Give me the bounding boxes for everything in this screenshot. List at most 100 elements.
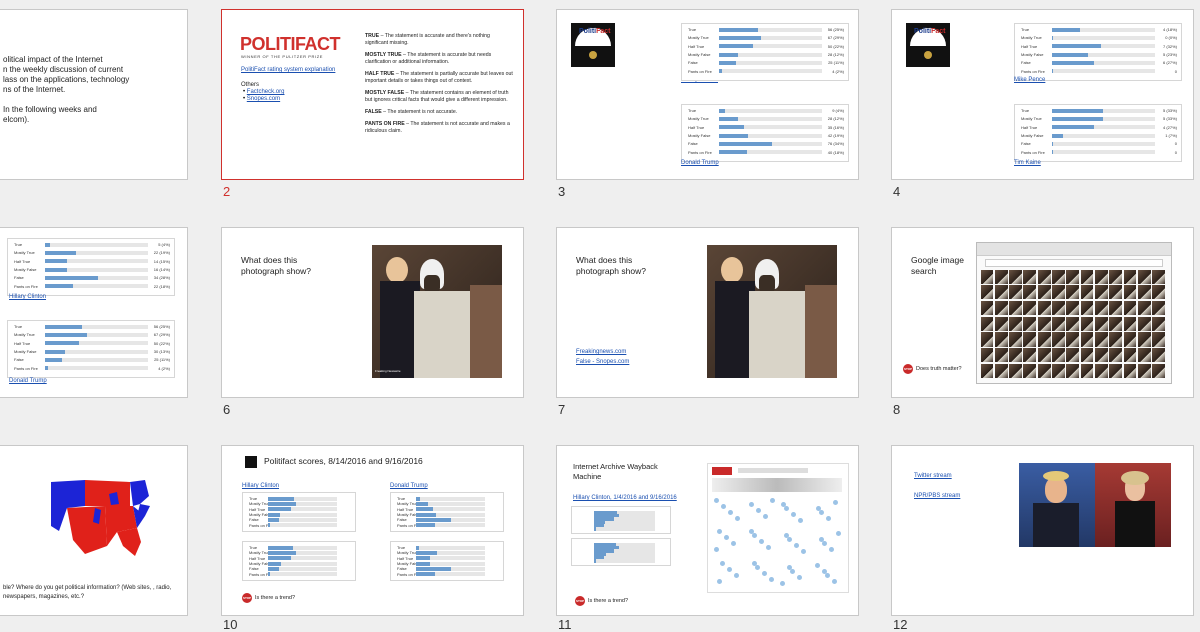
image-result-thumbnail[interactable] [994, 332, 1008, 347]
snopes-false-link[interactable]: False - Snopes.com [576, 359, 629, 365]
calendar-capture-dot[interactable] [816, 506, 821, 511]
calendar-capture-dot[interactable] [727, 566, 732, 572]
calendar-capture-dot[interactable] [781, 502, 786, 507]
factcheck-link[interactable]: Factcheck.org [247, 89, 285, 95]
image-result-thumbnail[interactable] [980, 269, 994, 284]
image-result-thumbnail[interactable] [1109, 332, 1123, 347]
image-result-thumbnail[interactable] [1023, 269, 1037, 284]
image-result-thumbnail[interactable] [1109, 269, 1123, 284]
image-result-thumbnail[interactable] [1094, 285, 1108, 300]
image-result-thumbnail[interactable] [1137, 285, 1151, 300]
image-result-thumbnail[interactable] [1109, 363, 1123, 378]
image-result-thumbnail[interactable] [994, 300, 1008, 316]
image-result-thumbnail[interactable] [1152, 363, 1165, 378]
image-result-thumbnail[interactable] [1152, 285, 1165, 300]
image-result-thumbnail[interactable] [1023, 285, 1037, 300]
calendar-capture-dot[interactable] [734, 572, 739, 578]
image-result-thumbnail[interactable] [1137, 300, 1151, 316]
image-result-thumbnail[interactable] [1037, 348, 1051, 363]
image-result-thumbnail[interactable] [1152, 348, 1165, 363]
image-result-thumbnail[interactable] [980, 363, 994, 378]
calendar-capture-dot[interactable] [798, 518, 803, 523]
image-result-thumbnail[interactable] [1052, 332, 1065, 347]
image-result-thumbnail[interactable] [1023, 316, 1037, 331]
image-result-thumbnail[interactable] [1066, 285, 1080, 300]
calendar-capture-dot[interactable] [826, 516, 831, 521]
image-result-thumbnail[interactable] [1052, 285, 1065, 300]
calendar-capture-dot[interactable] [819, 510, 824, 515]
calendar-capture-dot[interactable] [752, 560, 757, 566]
slide-thumbnail-2[interactable]: POLITIFACT WINNER OF THE PULITZER PRIZE … [221, 9, 524, 180]
image-result-thumbnail[interactable] [1152, 316, 1165, 331]
image-result-thumbnail[interactable] [1023, 348, 1037, 363]
calendar-capture-dot[interactable] [791, 512, 796, 517]
freakingnews-link[interactable]: Freakingnews.com [576, 349, 626, 355]
image-result-thumbnail[interactable] [1094, 316, 1108, 331]
image-result-thumbnail[interactable] [1023, 332, 1037, 347]
calendar-capture-dot[interactable] [833, 500, 838, 505]
image-result-thumbnail[interactable] [980, 332, 994, 347]
rating-system-link[interactable]: PolitiFact rating system explanation [241, 67, 335, 73]
image-result-thumbnail[interactable] [994, 285, 1008, 300]
candidate-link-kaine[interactable]: Tim Kaine [1014, 160, 1041, 166]
calendar-capture-dot[interactable] [822, 541, 827, 547]
slide-thumbnail-10[interactable]: Politifact scores, 8/14/2016 and 9/16/20… [221, 445, 524, 616]
image-result-thumbnail[interactable] [1080, 269, 1094, 284]
image-result-thumbnail[interactable] [1023, 363, 1037, 378]
image-result-thumbnail[interactable] [1080, 316, 1094, 331]
others-item[interactable]: • Snopes.com [243, 96, 284, 103]
calendar-capture-dot[interactable] [794, 543, 799, 549]
image-result-thumbnail[interactable] [1123, 348, 1137, 363]
npr-pbs-stream-link[interactable]: NPR/PBS stream [914, 493, 960, 499]
image-result-thumbnail[interactable] [1066, 316, 1080, 331]
slide-thumbnail-3[interactable]: PolitiFact Hillary Clinton True56 (25%)M… [556, 9, 859, 180]
column-link-trump[interactable]: Donald Trump [390, 483, 428, 489]
calendar-capture-dot[interactable] [720, 560, 725, 566]
slide-thumbnail-7[interactable]: What does this photograph show? Freaking… [556, 227, 859, 398]
calendar-capture-dot[interactable] [769, 576, 774, 582]
image-result-thumbnail[interactable] [1052, 348, 1065, 363]
calendar-capture-dot[interactable] [797, 574, 802, 580]
image-result-thumbnail[interactable] [994, 363, 1008, 378]
image-result-thumbnail[interactable] [1009, 269, 1022, 284]
slide-thumbnail-4[interactable]: PolitiFact True 4 (18%) Mostly True 0 (0%) H… [891, 9, 1194, 180]
calendar-capture-dot[interactable] [724, 535, 729, 541]
image-result-thumbnail[interactable] [1094, 300, 1108, 316]
image-result-thumbnail[interactable] [1009, 348, 1022, 363]
image-result-thumbnail[interactable] [1066, 300, 1080, 316]
slide-thumbnail-8[interactable]: Google image search STOP Does truth matt… [891, 227, 1194, 398]
image-result-thumbnail[interactable] [1052, 269, 1065, 284]
candidate-link-pence[interactable]: Mike Pence [1014, 77, 1045, 83]
image-result-thumbnail[interactable] [1123, 269, 1137, 284]
image-result-thumbnail[interactable] [1137, 269, 1151, 284]
image-result-thumbnail[interactable] [1009, 285, 1022, 300]
calendar-capture-dot[interactable] [731, 541, 736, 547]
candidate-link-trump[interactable]: Donald Trump [681, 160, 719, 166]
calendar-capture-dot[interactable] [752, 533, 757, 539]
calendar-capture-dot[interactable] [766, 545, 771, 551]
calendar-capture-dot[interactable] [717, 578, 722, 584]
image-result-thumbnail[interactable] [1137, 348, 1151, 363]
slide-thumbnail-11[interactable]: Internet Archive Wayback Machine Hillary… [556, 445, 859, 616]
image-result-thumbnail[interactable] [1123, 285, 1137, 300]
calendar-capture-dot[interactable] [787, 564, 792, 570]
image-result-thumbnail[interactable] [1037, 316, 1051, 331]
slide-thumbnail-12[interactable]: Twitter stream NPR/PBS stream [891, 445, 1194, 616]
image-result-thumbnail[interactable] [1094, 348, 1108, 363]
image-result-thumbnail[interactable] [1109, 300, 1123, 316]
image-result-thumbnail[interactable] [1123, 316, 1137, 331]
image-result-thumbnail[interactable] [1066, 348, 1080, 363]
calendar-capture-dot[interactable] [762, 570, 767, 576]
image-result-thumbnail[interactable] [1052, 316, 1065, 331]
slide-thumbnail-9[interactable]: ble? Where do you get political informat… [0, 445, 188, 616]
image-result-thumbnail[interactable] [1023, 300, 1037, 316]
calendar-capture-dot[interactable] [735, 516, 740, 521]
calendar-capture-dot[interactable] [714, 498, 719, 503]
image-result-thumbnail[interactable] [1109, 348, 1123, 363]
image-result-thumbnail[interactable] [1009, 316, 1022, 331]
image-result-thumbnail[interactable] [1137, 316, 1151, 331]
calendar-capture-dot[interactable] [815, 562, 820, 568]
image-result-thumbnail[interactable] [980, 348, 994, 363]
image-result-thumbnail[interactable] [1009, 332, 1022, 347]
calendar-capture-dot[interactable] [717, 529, 722, 535]
